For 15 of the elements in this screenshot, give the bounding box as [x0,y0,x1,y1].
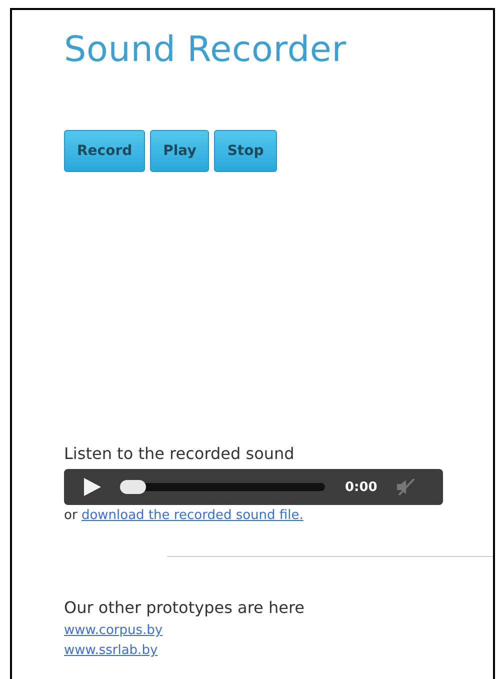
play-icon[interactable] [82,477,102,497]
seek-thumb[interactable] [120,480,146,494]
section-heading: Listen to the recorded sound [64,443,296,465]
site-link[interactable]: www.corpus.by [64,623,163,638]
control-button[interactable]: Record [64,130,146,172]
control-button[interactable]: Stop [214,130,277,172]
download-link[interactable]: download the recorded sound file. [81,508,304,523]
section-heading: Our other prototypes are here [64,597,306,619]
seek-bar[interactable] [120,483,325,491]
control-button[interactable]: Play [150,130,210,172]
mute-icon[interactable] [395,477,418,497]
page-title: Sound Recorder [64,29,348,72]
or-text: or [64,508,78,523]
time-display: 0:00 [345,480,378,494]
site-link[interactable]: www.ssrlab.by [64,643,158,658]
